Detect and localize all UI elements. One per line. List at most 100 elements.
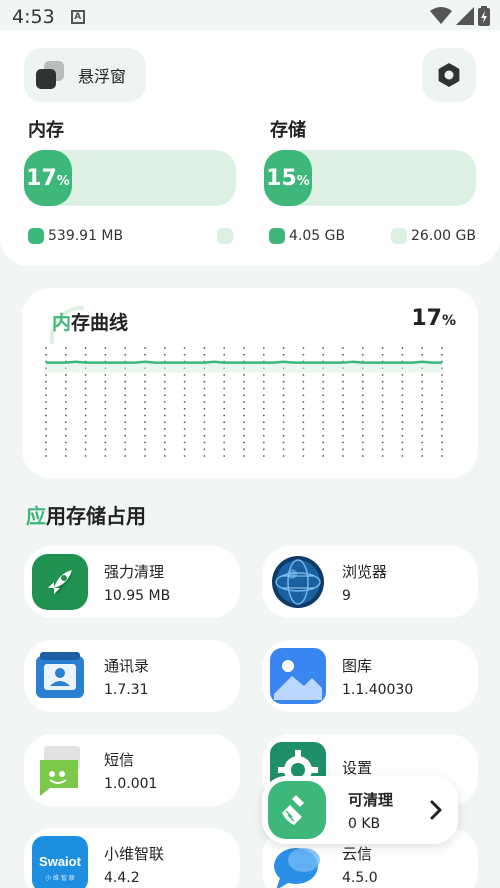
grid-dot xyxy=(322,380,325,383)
float-window-button[interactable]: 悬浮窗 xyxy=(24,48,146,102)
grid-dot xyxy=(282,347,285,349)
grid-dot xyxy=(282,428,285,430)
storage-used-value: 4.05 GB xyxy=(289,228,346,244)
app-card-sms[interactable]: 短信 1.0.001 xyxy=(24,734,240,806)
grid-dot xyxy=(84,401,87,403)
grid-dot xyxy=(361,407,364,410)
grid-dot xyxy=(223,407,226,410)
cleanable-card[interactable]: 可清理 0 KB xyxy=(262,776,458,844)
grid-dot xyxy=(262,394,265,397)
grid-dot xyxy=(302,414,305,417)
settings-button[interactable] xyxy=(422,48,476,102)
grid-dot xyxy=(381,421,384,424)
storage-bar: 15% xyxy=(264,150,476,206)
grid-dot xyxy=(381,455,384,457)
grid-dot xyxy=(104,441,107,444)
grid-dot xyxy=(124,353,127,356)
grid-dot xyxy=(144,394,146,397)
grid-dot xyxy=(223,394,226,397)
grid-dot xyxy=(163,441,166,444)
grid-dot xyxy=(381,347,384,349)
grid-dot xyxy=(262,414,265,417)
grid-dot xyxy=(302,434,305,437)
grid-dot xyxy=(84,353,87,356)
grid-dot xyxy=(203,434,206,437)
app-card-swaiot[interactable]: Swaiot 小 维 智 联 小维智联 4.4.2 xyxy=(24,828,240,888)
grid-dot xyxy=(203,407,206,410)
grid-dot xyxy=(262,387,265,390)
grid-dot xyxy=(64,414,67,417)
grid-dot xyxy=(104,407,107,410)
grid-dot xyxy=(262,401,265,403)
grid-dot xyxy=(381,401,384,403)
grid-dot xyxy=(421,455,424,457)
grid-dot xyxy=(322,414,325,417)
grid-dot xyxy=(203,380,206,383)
grid-dot xyxy=(243,441,245,444)
used-swatch xyxy=(28,228,44,244)
grid-dot xyxy=(124,387,127,390)
wifi-icon xyxy=(430,7,452,24)
grid-dot xyxy=(243,455,245,457)
grid-dot xyxy=(243,448,245,451)
grid-dot xyxy=(45,380,47,383)
grid-dot xyxy=(223,347,226,349)
storage-label: 存储 xyxy=(270,120,306,141)
grid-dot xyxy=(401,380,404,383)
grid-dot xyxy=(84,441,87,444)
grid-dot xyxy=(342,421,344,424)
memory-label: 内存 xyxy=(28,120,64,141)
grid-dot xyxy=(302,421,305,424)
grid-dot xyxy=(401,401,404,403)
memory-used-value: 539.91 MB xyxy=(48,228,124,244)
grid-dot xyxy=(421,434,424,437)
grid-dot xyxy=(381,374,384,376)
grid-dot xyxy=(223,421,226,424)
grid-dot xyxy=(203,428,206,430)
broom-icon xyxy=(268,781,326,839)
grid-dot xyxy=(144,448,146,451)
grid-dot xyxy=(104,347,107,349)
app-card-contacts[interactable]: 通讯录 1.7.31 xyxy=(24,640,240,712)
app-card-cleaner[interactable]: 强力清理 10.95 MB xyxy=(24,546,240,618)
app-name: 图库 xyxy=(342,656,373,675)
memory-bar-fill: 17% xyxy=(24,150,72,206)
cleanable-label: 可清理 xyxy=(348,790,394,809)
grid-dot xyxy=(262,455,265,457)
grid-dot xyxy=(45,428,47,430)
svg-text:小 维 智 联: 小 维 智 联 xyxy=(45,874,75,882)
grid-dot xyxy=(381,434,384,437)
grid-dot xyxy=(282,455,285,457)
grid-dot xyxy=(84,347,87,349)
grid-dot xyxy=(401,421,404,424)
grid-dot xyxy=(381,407,384,410)
grid-dot xyxy=(342,434,344,437)
grid-dot xyxy=(342,401,344,403)
hexagon-settings-icon xyxy=(438,63,460,87)
grid-dot xyxy=(302,401,305,403)
grid-dot xyxy=(302,407,305,410)
grid-dot xyxy=(302,428,305,430)
grid-dot xyxy=(243,353,245,356)
gallery-icon xyxy=(270,648,326,704)
grid-dot xyxy=(342,347,344,349)
chevron-right-icon xyxy=(430,800,442,820)
grid-dot xyxy=(45,448,47,451)
grid-dot xyxy=(302,380,305,383)
grid-dot xyxy=(322,455,325,457)
grid-dot xyxy=(163,448,166,451)
grid-dot xyxy=(441,394,443,397)
storage-total-legend: 26.00 GB xyxy=(391,228,476,244)
app-card-browser[interactable]: 浏览器 9 xyxy=(262,546,478,618)
grid-dot xyxy=(302,455,305,457)
app-card-gallery[interactable]: 图库 1.1.40030 xyxy=(262,640,478,712)
float-window-icon xyxy=(36,61,64,89)
grid-dot xyxy=(322,387,325,390)
grid-dot xyxy=(381,414,384,417)
grid-dot xyxy=(441,434,443,437)
grid-dot xyxy=(45,414,47,417)
grid-dot xyxy=(124,448,127,451)
grid-dot xyxy=(262,434,265,437)
grid-dot xyxy=(342,428,344,430)
grid-dot xyxy=(64,353,67,356)
